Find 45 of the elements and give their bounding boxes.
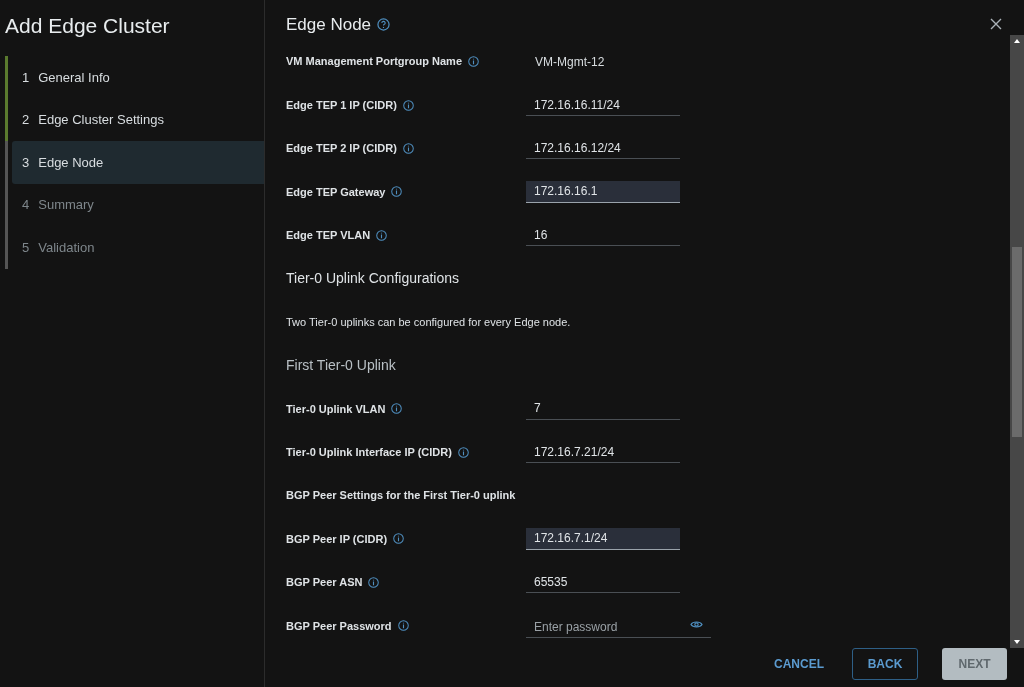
subsection-heading: First Tier-0 Uplink — [286, 355, 396, 375]
info-icon[interactable] — [402, 142, 414, 154]
info-icon[interactable] — [457, 446, 469, 458]
scrollbar[interactable] — [1010, 35, 1024, 648]
text-field[interactable]: 172.16.16.12/24 — [526, 137, 680, 160]
field-label: Tier-0 Uplink Interface IP (CIDR) — [286, 444, 452, 460]
text-field[interactable]: 7 — [526, 397, 680, 420]
text-field[interactable]: 172.16.7.21/24 — [526, 441, 680, 464]
field-label: Edge TEP 1 IP (CIDR) — [286, 97, 397, 113]
eye-icon[interactable] — [690, 619, 703, 629]
info-icon[interactable] — [402, 99, 414, 111]
wizard-step[interactable]: 2 Edge Cluster Settings — [12, 98, 264, 141]
info-icon[interactable] — [391, 403, 403, 415]
field-label: VM Management Portgroup Name — [286, 54, 463, 70]
field-label: BGP Peer IP (CIDR) — [286, 531, 388, 547]
text-field[interactable]: 172.16.16.1 — [526, 180, 680, 203]
page-title: Edge Node — [286, 13, 372, 36]
info-icon[interactable] — [393, 533, 405, 545]
text-field[interactable]: 65535 — [526, 571, 680, 594]
wizard-button[interactable]: CANCEL — [770, 648, 828, 680]
field-label: BGP Peer ASN — [286, 575, 363, 591]
field-value: VM-Mgmt-12 — [535, 53, 605, 71]
info-icon[interactable] — [397, 620, 409, 632]
section-note: Two Tier-0 uplinks can be configured for every Edge node. — [286, 314, 571, 330]
section-heading: Tier-0 Uplink Configurations — [286, 269, 459, 289]
text-field[interactable]: 172.16.16.11/24 — [526, 94, 680, 117]
text-field[interactable]: 172.16.7.1/24 — [526, 528, 680, 550]
info-icon[interactable] — [391, 186, 403, 198]
password-field[interactable]: Enter password — [526, 616, 711, 638]
text-field[interactable]: 16 — [526, 224, 680, 247]
field-label: Tier-0 Uplink VLAN — [286, 401, 386, 417]
info-icon[interactable] — [376, 229, 388, 241]
field-label: Edge TEP 2 IP (CIDR) — [286, 141, 397, 157]
group-label: BGP Peer Settings for the First Tier-0 uplink — [286, 488, 516, 504]
field-label: Edge TEP VLAN — [286, 228, 371, 243]
field-label: Edge TEP Gateway — [286, 184, 386, 200]
wizard-button[interactable]: BACK — [852, 648, 918, 680]
field-label: BGP Peer Password — [286, 618, 392, 634]
wizard-step[interactable]: 1 General Info — [12, 56, 264, 99]
info-icon[interactable] — [468, 56, 480, 68]
close-icon[interactable] — [990, 18, 1002, 30]
help-icon[interactable] — [377, 18, 391, 31]
info-icon[interactable] — [368, 576, 380, 588]
wizard-title: Add Edge Cluster — [4, 13, 171, 39]
wizard-step[interactable]: 3 Edge Node — [12, 141, 264, 184]
